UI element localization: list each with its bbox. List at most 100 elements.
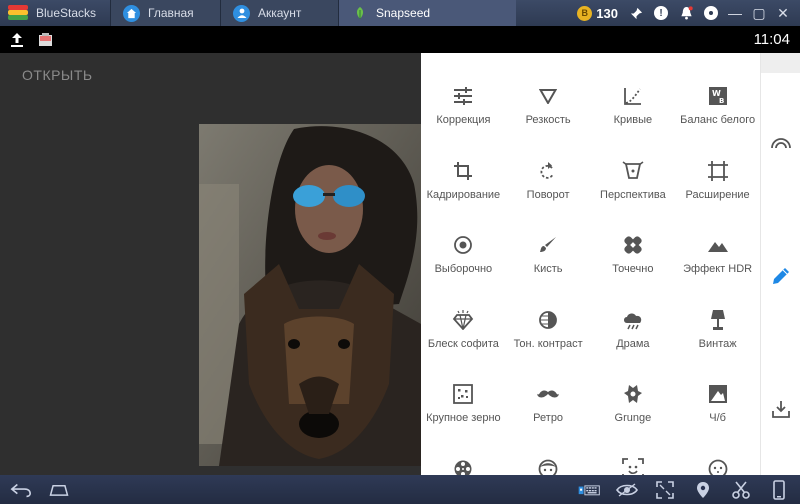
home-nav-icon[interactable] (48, 480, 70, 500)
minimize-icon[interactable]: — (728, 5, 742, 21)
tool-drama[interactable]: Драма (591, 301, 676, 376)
keyboard-icon[interactable] (578, 480, 600, 500)
tool-curves[interactable]: Кривые (591, 77, 676, 152)
tab-snapseed[interactable]: Snapseed (338, 0, 516, 26)
vintage-lamp-icon (707, 309, 729, 331)
tool-vintage[interactable]: Винтаж (675, 301, 760, 376)
tool-label: Кисть (533, 263, 563, 275)
location-icon[interactable] (692, 480, 714, 500)
tool-details[interactable]: Резкость (506, 77, 591, 152)
face-icon (537, 458, 559, 475)
account-icon (233, 4, 250, 22)
grainy-film-icon (452, 383, 474, 405)
close-icon[interactable]: ✕ (776, 5, 790, 22)
export-download-icon[interactable] (770, 398, 792, 420)
rotate-icon (537, 160, 559, 182)
maximize-icon[interactable]: ▢ (752, 5, 766, 22)
styles-arc-icon[interactable] (770, 131, 792, 153)
tool-label: Крупное зерно (426, 412, 501, 424)
tool-grainy-film[interactable]: Крупное зерно (421, 375, 506, 450)
coins-counter[interactable]: B 130 (577, 5, 618, 21)
tool-brush[interactable]: Кисть (506, 226, 591, 301)
nav-right-group (578, 479, 790, 500)
brand-label: BlueStacks (36, 6, 97, 20)
tune-icon (452, 85, 474, 107)
tab-label: Главная (148, 6, 194, 20)
svg-text:B: B (719, 97, 724, 105)
tool-white-balance[interactable]: WB Баланс белого (675, 77, 760, 152)
bell-icon[interactable] (678, 5, 694, 21)
tool-face-dots[interactable] (675, 450, 760, 475)
android-statusbar: 11:04 (0, 26, 800, 53)
tool-crop[interactable]: Кадрирование (421, 152, 506, 227)
tool-label: Поворот (526, 188, 570, 201)
alert-icon[interactable]: ! (654, 6, 668, 20)
bluestacks-logo-icon (8, 5, 28, 21)
tool-film-reel[interactable] (421, 450, 506, 475)
tool-head-pose[interactable] (591, 450, 676, 475)
drama-cloud-icon (622, 309, 644, 331)
expand-icon (707, 160, 729, 182)
tonal-contrast-icon (537, 309, 559, 331)
bluestacks-brand[interactable]: BlueStacks (0, 0, 110, 26)
tool-label: Расширение (685, 188, 750, 201)
tool-expand[interactable]: Расширение (675, 152, 760, 227)
tool-selective[interactable]: Выборочно (421, 226, 506, 301)
tool-retrolux[interactable]: Ретро (506, 375, 591, 450)
tool-hdr[interactable]: Эффект HDR (675, 226, 760, 301)
tab-label: Аккаунт (258, 6, 302, 20)
status-clock: 11:04 (753, 31, 790, 48)
selective-icon (452, 234, 474, 256)
upload-icon (10, 32, 24, 48)
back-icon[interactable] (10, 480, 32, 500)
tool-perspective[interactable]: Перспектива (591, 152, 676, 227)
right-rail (760, 53, 800, 475)
tools-panel: Коррекция Резкость Кривые WB Баланс бело… (421, 53, 760, 475)
device-rotate-icon[interactable] (768, 479, 790, 500)
details-triangle-icon (537, 85, 559, 107)
tool-label: Резкость (525, 114, 571, 126)
tool-label: Точечно (612, 263, 654, 275)
android-navbar (0, 475, 800, 504)
glamour-glow-icon (452, 309, 474, 331)
tab-home[interactable]: Главная (110, 0, 220, 26)
pin-icon[interactable] (628, 5, 644, 21)
tool-healing[interactable]: Точечно (591, 226, 676, 301)
scissors-icon[interactable] (730, 480, 752, 500)
black-white-icon (707, 383, 729, 405)
film-reel-icon (452, 458, 474, 475)
tool-tonal-contrast[interactable]: Тон. контраст (506, 301, 591, 376)
curves-icon (622, 85, 644, 107)
tool-label: Блеск софита (427, 337, 499, 350)
coin-icon: B (577, 5, 593, 21)
tool-tune-image[interactable]: Коррекция (421, 77, 506, 152)
tool-label: Ч/б (709, 412, 726, 424)
crop-icon (452, 160, 474, 182)
tab-label: Snapseed (376, 6, 431, 20)
face-frame-icon (621, 457, 644, 475)
snapseed-app: ОТКРЫТЬ Коррекция Резкость Кривые W B Ба… (0, 53, 800, 475)
nav-left-group (10, 480, 70, 500)
fullscreen-icon[interactable] (654, 480, 676, 500)
perspective-icon (622, 160, 644, 182)
home-icon (123, 4, 140, 22)
tool-rotate[interactable]: Поворот (506, 152, 591, 227)
edit-pencil-icon[interactable] (770, 265, 792, 287)
open-button[interactable]: ОТКРЫТЬ (22, 67, 93, 83)
tool-label: Grunge (614, 412, 652, 424)
tool-portrait[interactable] (506, 450, 591, 475)
tool-label: Перспектива (600, 188, 666, 201)
tool-label: Кривые (613, 114, 653, 126)
tool-label: Драма (616, 337, 650, 350)
tools-grid: Коррекция Резкость Кривые WB Баланс бело… (421, 77, 760, 475)
tool-glamour-glow[interactable]: Блеск софита (421, 301, 506, 376)
tool-label: Кадрирование (426, 188, 501, 201)
eye-icon[interactable] (616, 480, 638, 500)
bluestacks-titlebar: BlueStacks Главная Аккаунт Snapseed B 13… (0, 0, 800, 26)
settings-icon[interactable] (704, 6, 718, 20)
photo-image (199, 124, 421, 466)
tab-account[interactable]: Аккаунт (220, 0, 338, 26)
tool-grunge[interactable]: Grunge (591, 375, 676, 450)
tool-black-white[interactable]: Ч/б (675, 375, 760, 450)
healing-icon (622, 234, 644, 256)
